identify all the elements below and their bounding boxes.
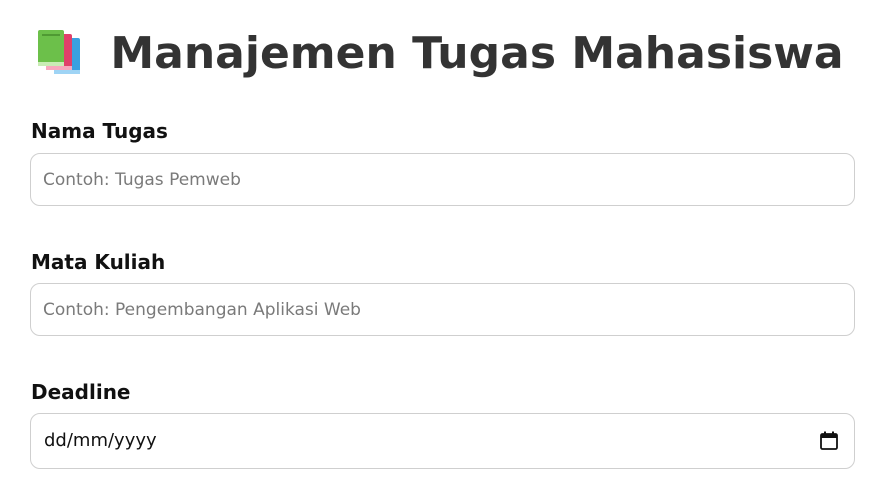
page-header: Manajemen Tugas Mahasiswa: [0, 22, 878, 84]
deadline-label: Deadline: [31, 380, 131, 404]
task-form-page: Manajemen Tugas Mahasiswa Nama Tugas Mat…: [0, 0, 878, 485]
calendar-icon[interactable]: [820, 431, 838, 450]
page-title: Manajemen Tugas Mahasiswa: [110, 27, 844, 79]
nama-tugas-input[interactable]: [30, 153, 855, 206]
mata-kuliah-label: Mata Kuliah: [31, 250, 166, 274]
mata-kuliah-input[interactable]: [30, 283, 855, 336]
deadline-date-input[interactable]: dd/mm/yyyy: [30, 413, 855, 469]
books-icon: [38, 30, 81, 74]
deadline-value: dd/mm/yyyy: [44, 430, 157, 451]
nama-tugas-label: Nama Tugas: [31, 119, 168, 143]
